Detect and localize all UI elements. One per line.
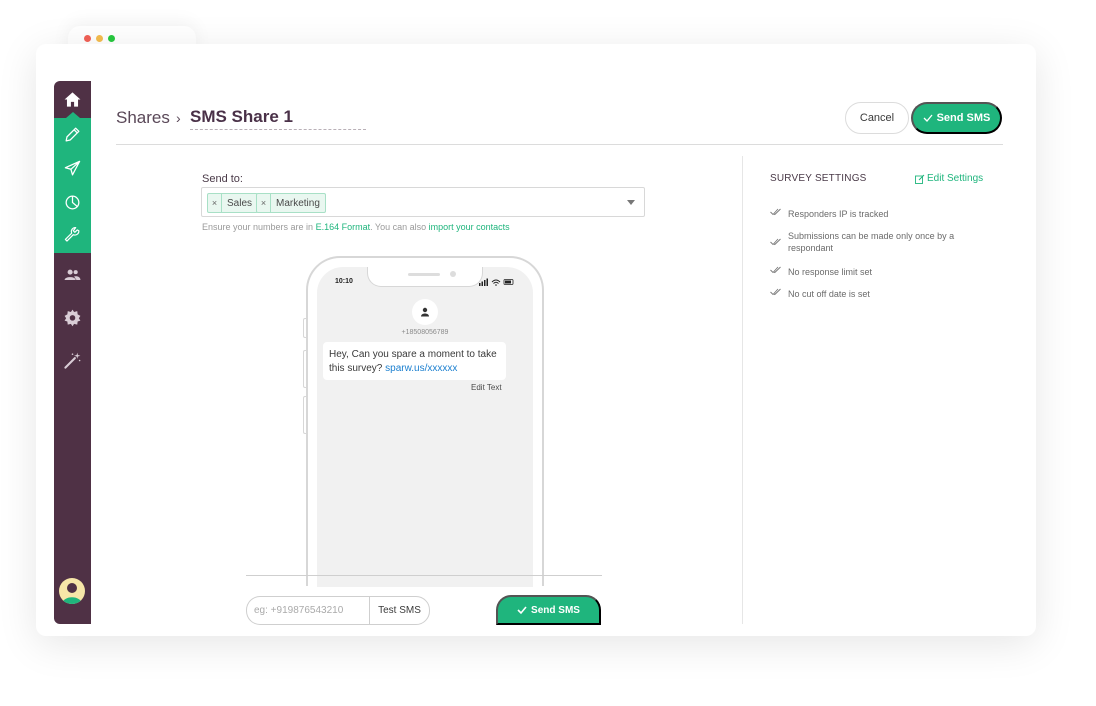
format-hint: Ensure your numbers are in E.164 Format.… bbox=[202, 222, 510, 232]
tag-label: Marketing bbox=[276, 197, 320, 209]
phone-base-line bbox=[246, 575, 602, 576]
title-underline bbox=[190, 129, 366, 130]
camera-icon bbox=[450, 271, 456, 277]
tag-marketing: × Marketing bbox=[256, 193, 326, 213]
send-sms-bottom-label: Send SMS bbox=[531, 604, 580, 616]
breadcrumb-shares[interactable]: Shares bbox=[116, 108, 170, 128]
survey-settings-title: SURVEY SETTINGS bbox=[770, 173, 867, 184]
users-icon bbox=[64, 269, 81, 280]
setting-item: Responders IP is tracked bbox=[770, 208, 980, 220]
user-avatar[interactable] bbox=[59, 578, 85, 604]
hint-text: . You can also bbox=[370, 222, 429, 232]
double-check-icon bbox=[770, 288, 781, 296]
speaker-icon bbox=[408, 273, 440, 276]
paper-plane-icon bbox=[64, 160, 81, 175]
sidebar-item-home[interactable] bbox=[54, 84, 91, 114]
double-check-icon bbox=[770, 266, 781, 274]
sidebar-item-share[interactable] bbox=[54, 153, 91, 183]
edit-settings-label: Edit Settings bbox=[927, 173, 984, 184]
send-sms-bottom-button[interactable]: Send SMS bbox=[496, 595, 601, 625]
setting-item: No response limit set bbox=[770, 266, 980, 278]
setting-text: No response limit set bbox=[788, 267, 873, 277]
sidebar-item-users[interactable] bbox=[54, 259, 91, 289]
sidebar-item-edit[interactable] bbox=[54, 119, 91, 149]
setting-text: Submissions can be made only once by a r… bbox=[788, 231, 955, 253]
phone-time: 10:10 bbox=[335, 278, 353, 285]
pie-chart-icon bbox=[65, 195, 80, 209]
setting-item: Submissions can be made only once by a r… bbox=[770, 230, 980, 254]
header-divider bbox=[116, 144, 1003, 145]
setting-item: No cut off date is set bbox=[770, 288, 980, 300]
sidebar-item-magic[interactable] bbox=[54, 345, 91, 375]
edit-text-link[interactable]: Edit Text bbox=[471, 383, 502, 392]
test-sms-button[interactable]: Test SMS bbox=[369, 596, 430, 625]
edit-settings-link[interactable]: Edit Settings bbox=[915, 173, 983, 184]
avatar-icon bbox=[62, 583, 82, 604]
sidebar-item-integrations[interactable] bbox=[54, 220, 91, 250]
tag-sales: × Sales bbox=[207, 193, 259, 213]
test-number-input[interactable]: eg: +919876543210 bbox=[246, 596, 370, 625]
sidebar-item-reports[interactable] bbox=[54, 187, 91, 217]
send-to-label: Send to: bbox=[202, 173, 243, 185]
double-check-icon bbox=[770, 238, 781, 246]
dropdown-caret-icon[interactable] bbox=[627, 200, 635, 205]
hint-text: Ensure your numbers are in bbox=[202, 222, 316, 232]
tag-label: Sales bbox=[227, 197, 253, 209]
send-sms-label: Send SMS bbox=[936, 112, 991, 124]
setting-text: Responders IP is tracked bbox=[788, 209, 889, 219]
setting-text: No cut off date is set bbox=[788, 289, 870, 299]
breadcrumb-separator: › bbox=[176, 110, 181, 126]
double-check-icon bbox=[770, 208, 781, 216]
sms-message-bubble: Hey, Can you spare a moment to take this… bbox=[323, 342, 506, 380]
page-title[interactable]: SMS Share 1 bbox=[190, 107, 293, 127]
check-icon bbox=[923, 114, 933, 122]
gear-icon bbox=[64, 309, 81, 326]
panel-divider bbox=[742, 156, 743, 624]
check-icon bbox=[517, 606, 527, 615]
close-dot[interactable] bbox=[84, 35, 91, 42]
sidebar-item-settings[interactable] bbox=[54, 302, 91, 332]
phone-screen: 10:10 +18508056789 Hey, Can you spare a … bbox=[317, 267, 533, 587]
phone-preview: 10:10 +18508056789 Hey, Can you spare a … bbox=[306, 256, 544, 587]
remove-tag-icon[interactable]: × bbox=[208, 194, 222, 212]
phone-notch bbox=[367, 267, 483, 287]
remove-tag-icon[interactable]: × bbox=[257, 194, 271, 212]
sidebar bbox=[54, 81, 91, 624]
home-icon bbox=[64, 91, 81, 107]
recipient-select[interactable]: × Sales × Marketing bbox=[201, 187, 645, 217]
cancel-button[interactable]: Cancel bbox=[845, 102, 909, 134]
send-sms-button[interactable]: Send SMS bbox=[911, 102, 1002, 134]
contact-avatar bbox=[412, 299, 438, 325]
survey-link[interactable]: sparw.us/xxxxxx bbox=[385, 363, 457, 374]
edit-icon bbox=[915, 174, 925, 184]
person-icon bbox=[421, 307, 429, 317]
wrench-icon bbox=[64, 226, 80, 242]
import-contacts-link[interactable]: import your contacts bbox=[429, 222, 510, 232]
pencil-icon bbox=[65, 127, 80, 141]
maximize-dot[interactable] bbox=[108, 35, 115, 42]
contact-number: +18508056789 bbox=[401, 329, 449, 336]
status-bar-icons bbox=[479, 278, 514, 286]
magic-wand-icon bbox=[64, 352, 81, 369]
e164-format-link[interactable]: E.164 Format bbox=[316, 222, 371, 232]
minimize-dot[interactable] bbox=[96, 35, 103, 42]
